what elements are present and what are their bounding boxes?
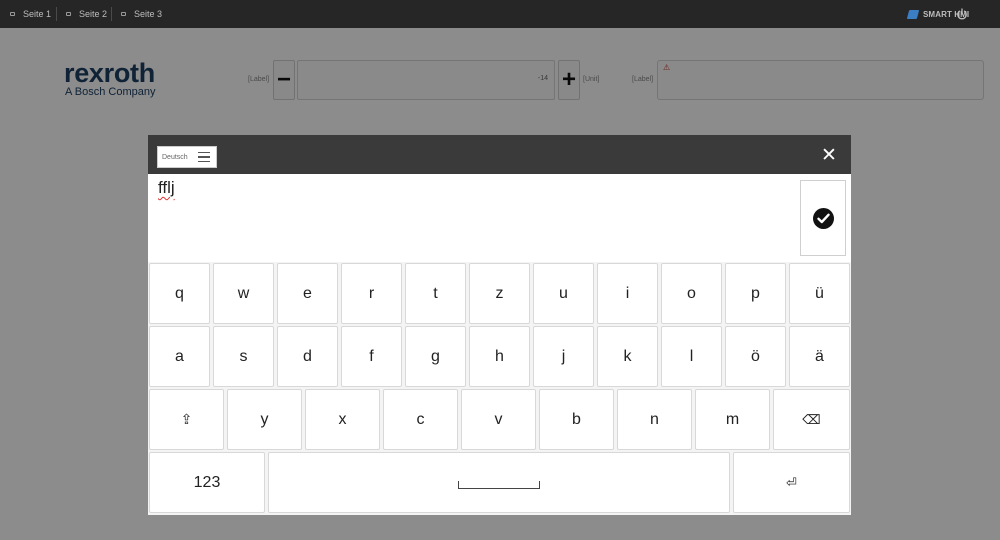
key-i[interactable]: i: [597, 263, 658, 324]
key-u-umlaut[interactable]: ü: [789, 263, 850, 324]
page-icon: [10, 12, 15, 16]
keyboard-input-area[interactable]: fflj: [148, 174, 851, 262]
top-navigation-bar: Seite 1 Seite 2 Seite 3 SMART HMI: [0, 0, 1000, 28]
nav-divider: [56, 7, 57, 21]
key-o-umlaut[interactable]: ö: [725, 326, 786, 387]
key-w[interactable]: w: [213, 263, 274, 324]
nav-divider: [111, 7, 112, 21]
numbers-key[interactable]: 123: [149, 452, 265, 513]
menu-icon: [198, 151, 210, 163]
enter-key[interactable]: ⏎: [733, 452, 850, 513]
key-g[interactable]: g: [405, 326, 466, 387]
key-u[interactable]: u: [533, 263, 594, 324]
space-bar-icon: [458, 480, 540, 489]
key-p[interactable]: p: [725, 263, 786, 324]
key-s[interactable]: s: [213, 326, 274, 387]
smart-hmi-icon: [906, 9, 920, 19]
check-icon: [812, 207, 834, 229]
virtual-keyboard-dialog: Deutsch ✕ fflj q w e r t z u i o p ü a s…: [148, 135, 851, 515]
nav-item-seite-1[interactable]: Seite 1: [10, 0, 51, 28]
power-icon[interactable]: [956, 8, 968, 20]
nav-item-seite-3[interactable]: Seite 3: [121, 0, 162, 28]
key-h[interactable]: h: [469, 326, 530, 387]
keyboard-keys: q w e r t z u i o p ü a s d f g h j k l …: [148, 262, 851, 515]
space-key[interactable]: [268, 452, 730, 513]
key-r[interactable]: r: [341, 263, 402, 324]
key-f[interactable]: f: [341, 326, 402, 387]
key-l[interactable]: l: [661, 326, 722, 387]
nav-item-label: Seite 2: [79, 9, 108, 19]
key-q[interactable]: q: [149, 263, 210, 324]
key-c[interactable]: c: [383, 389, 458, 450]
key-x[interactable]: x: [305, 389, 380, 450]
nav-item-seite-2[interactable]: Seite 2: [66, 0, 107, 28]
key-d[interactable]: d: [277, 326, 338, 387]
page-icon: [121, 12, 126, 16]
language-selector[interactable]: Deutsch: [157, 146, 217, 168]
nav-item-label: Seite 3: [134, 9, 163, 19]
key-j[interactable]: j: [533, 326, 594, 387]
key-m[interactable]: m: [695, 389, 770, 450]
keyboard-input-value: fflj: [158, 178, 175, 197]
key-k[interactable]: k: [597, 326, 658, 387]
key-b[interactable]: b: [539, 389, 614, 450]
backspace-key[interactable]: ⌫: [773, 389, 850, 450]
key-o[interactable]: o: [661, 263, 722, 324]
keyboard-header: Deutsch ✕: [148, 135, 851, 174]
language-label: Deutsch: [162, 153, 188, 161]
key-a-umlaut[interactable]: ä: [789, 326, 850, 387]
key-n[interactable]: n: [617, 389, 692, 450]
page-icon: [66, 12, 71, 16]
shift-key[interactable]: ⇪: [149, 389, 224, 450]
key-v[interactable]: v: [461, 389, 536, 450]
key-t[interactable]: t: [405, 263, 466, 324]
key-a[interactable]: a: [149, 326, 210, 387]
nav-item-label: Seite 1: [23, 9, 52, 19]
confirm-button[interactable]: [800, 180, 846, 256]
key-e[interactable]: e: [277, 263, 338, 324]
close-button[interactable]: ✕: [819, 145, 839, 166]
key-y[interactable]: y: [227, 389, 302, 450]
key-z[interactable]: z: [469, 263, 530, 324]
